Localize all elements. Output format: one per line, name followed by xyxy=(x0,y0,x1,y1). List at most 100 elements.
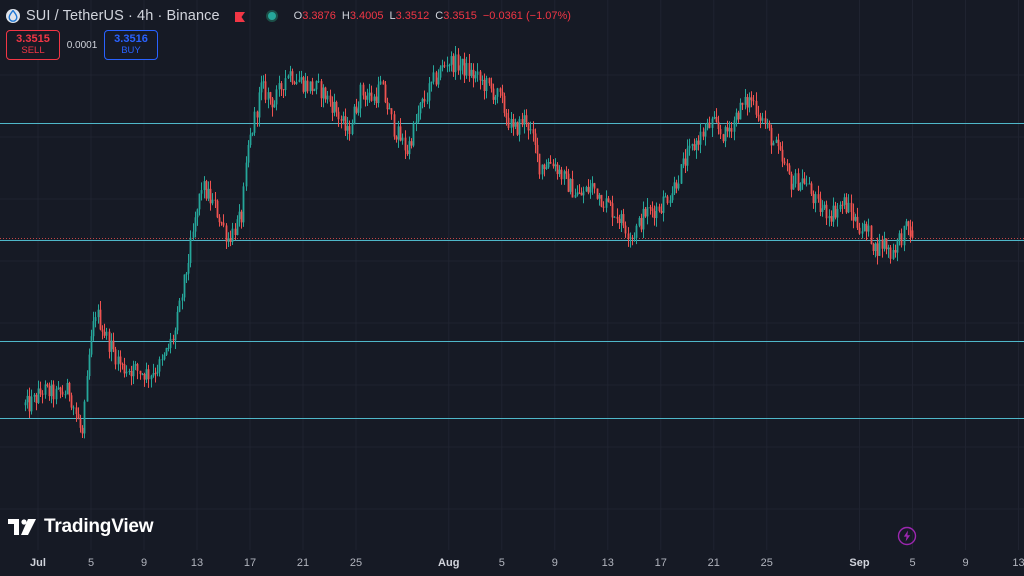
bullish-candle xyxy=(799,182,802,192)
bullish-candle xyxy=(476,63,479,82)
candle-body xyxy=(812,193,815,204)
bullish-candle xyxy=(64,390,67,399)
candle-body xyxy=(295,81,298,84)
candle-body xyxy=(452,56,455,73)
bearish-candle xyxy=(768,120,771,131)
bullish-candle xyxy=(861,222,864,239)
bearish-candle xyxy=(697,135,700,151)
market-status-icon[interactable] xyxy=(265,10,278,22)
candle-body xyxy=(622,214,625,226)
bearish-candle xyxy=(443,61,446,69)
candle-body xyxy=(238,211,241,220)
candle-body xyxy=(468,63,471,76)
bearish-candle xyxy=(108,328,111,359)
tradingview-logo[interactable]: TradingView xyxy=(8,516,154,538)
candle-body xyxy=(662,196,665,213)
bullish-candle xyxy=(874,242,877,258)
bearish-candle xyxy=(649,204,652,215)
candle-body xyxy=(203,181,206,191)
bullish-candle xyxy=(66,378,69,395)
bearish-candle xyxy=(560,166,563,185)
bearish-candle xyxy=(209,180,212,211)
candle-body xyxy=(909,226,912,237)
bullish-candle xyxy=(377,76,380,108)
candle-body xyxy=(496,88,499,97)
bullish-candle xyxy=(231,222,234,246)
candle-body xyxy=(245,162,248,187)
bearish-candle xyxy=(858,222,861,235)
candle-body xyxy=(770,128,773,146)
bullish-candle xyxy=(55,385,58,405)
candle-body xyxy=(236,219,239,236)
candle-body xyxy=(275,89,278,105)
candle-body xyxy=(691,144,694,146)
candle-body xyxy=(55,388,58,400)
candle-body xyxy=(534,133,537,145)
candle-body xyxy=(825,204,828,219)
bullish-candle xyxy=(50,380,53,404)
candle-body xyxy=(529,129,532,131)
bearish-candle xyxy=(536,137,539,163)
bullish-candle xyxy=(198,193,201,216)
candle-body xyxy=(41,393,44,395)
candle-body xyxy=(611,203,614,218)
candle-body xyxy=(521,119,524,125)
bullish-candle xyxy=(183,274,186,302)
bearish-candle xyxy=(624,221,627,238)
price-chart[interactable]: Jul 5 9 13 17 21 25 Aug 5 9 13 17 21 25 Sep 5 9 13 xyxy=(0,0,1024,576)
bearish-candle xyxy=(214,192,217,208)
bearish-candle xyxy=(147,364,150,388)
bearish-candle xyxy=(684,149,687,174)
candle-body xyxy=(828,216,831,219)
candle-body xyxy=(337,111,340,120)
bullish-candle xyxy=(582,186,585,204)
bearish-candle xyxy=(218,214,221,227)
candle-body xyxy=(88,354,91,377)
buy-button[interactable]: 3.3516 BUY xyxy=(104,30,158,60)
flag-icon[interactable] xyxy=(234,10,246,22)
candle-body xyxy=(313,89,316,91)
candle-body xyxy=(282,89,285,91)
bullish-candle xyxy=(141,372,144,376)
candle-body xyxy=(527,122,530,131)
candle-body xyxy=(94,317,97,322)
bearish-candle xyxy=(702,127,705,141)
bearish-candle xyxy=(70,392,73,411)
bearish-candle xyxy=(384,80,387,104)
bullish-candle xyxy=(304,72,307,98)
bearish-candle xyxy=(565,166,568,180)
bearish-candle xyxy=(452,53,455,77)
bullish-candle xyxy=(94,311,97,328)
candle-body xyxy=(664,196,667,198)
bullish-candle xyxy=(898,230,901,246)
candle-body xyxy=(302,77,305,92)
candle-body xyxy=(591,183,594,187)
bearish-candle xyxy=(331,96,334,122)
bullish-candle xyxy=(333,93,336,117)
candle-body xyxy=(730,128,733,132)
symbol-title[interactable]: SUI / TetherUS · 4h · Binance xyxy=(26,8,220,24)
candle-body xyxy=(499,88,502,92)
bearish-candle xyxy=(651,201,654,218)
bullish-candle xyxy=(605,190,608,213)
sell-button[interactable]: 3.3515 SELL xyxy=(6,30,60,60)
bearish-candle xyxy=(790,171,793,198)
candle-body xyxy=(640,218,643,230)
bullish-candle xyxy=(585,185,588,192)
candle-body xyxy=(397,126,400,140)
bearish-candle xyxy=(525,109,528,128)
lightning-icon[interactable] xyxy=(897,526,917,546)
bearish-candle xyxy=(311,77,314,95)
bearish-candle xyxy=(543,163,546,177)
bullish-candle xyxy=(896,238,899,262)
candle-body xyxy=(220,222,223,224)
bearish-candle xyxy=(770,124,773,154)
bullish-candle xyxy=(847,194,850,214)
candle-body xyxy=(596,188,599,199)
candle-body xyxy=(240,211,243,223)
bearish-candle xyxy=(399,118,402,142)
bullish-candle xyxy=(744,88,747,110)
bearish-candle xyxy=(41,390,44,404)
candle-body xyxy=(384,84,387,103)
bearish-candle xyxy=(856,207,859,231)
